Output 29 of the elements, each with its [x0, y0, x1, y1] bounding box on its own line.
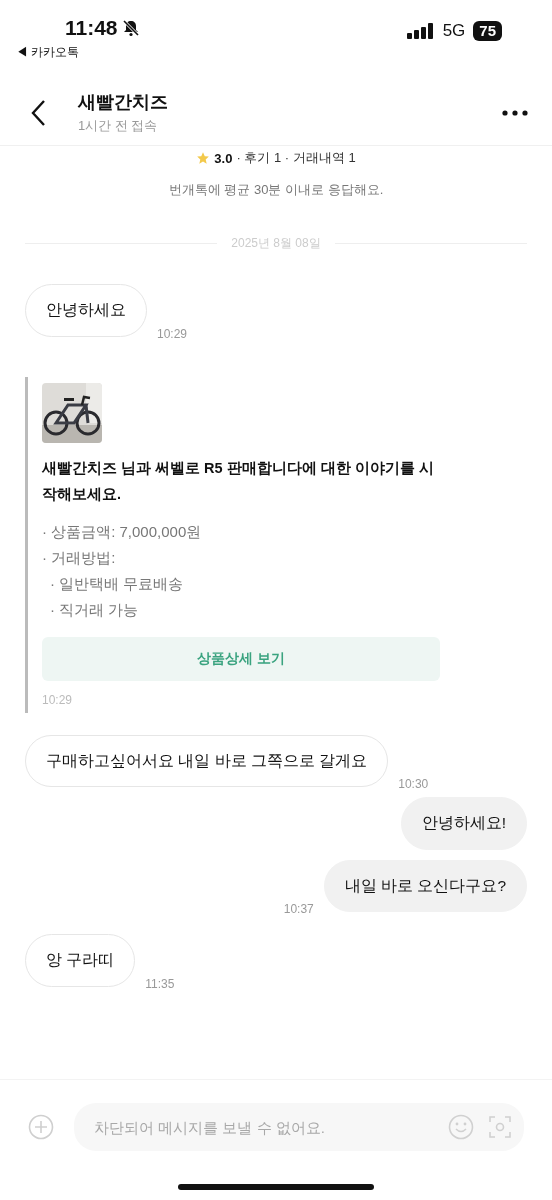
product-card-title: 새빨간치즈 님과 써벨로 R5 판매합니다에 대한 이야기를 시작해보세요. [42, 458, 435, 504]
seller-stats: · 후기 1 · 거래내역 1 [236, 149, 356, 167]
signal-icon [406, 23, 435, 39]
detail-item: · 거래방법: [42, 547, 117, 568]
detail-item: · 직거래 가능 [49, 599, 140, 620]
network-label: 5G [442, 21, 466, 41]
message-time: 11:35 [145, 976, 175, 991]
emoji-icon[interactable] [448, 1114, 474, 1140]
rating-value: 3.0 [214, 150, 233, 166]
detail-item: · 상품금액: 7,000,000원 [42, 521, 202, 542]
message-time: 10:29 [42, 692, 73, 707]
message-bubble: 안녕하세요! [400, 797, 527, 850]
scan-icon[interactable] [488, 1115, 512, 1139]
message-bubble: 내일 바로 오신다구요? [323, 859, 527, 913]
status-time: 11:48 [65, 16, 118, 40]
last-seen-label: 1시간 전 접속 [78, 117, 159, 135]
message-time: 10:37 [283, 902, 314, 917]
chat-title: 새빨간치즈 [78, 91, 169, 114]
more-icon[interactable] [502, 109, 528, 116]
detail-item: · 일반택배 무료배송 [49, 573, 185, 594]
add-icon[interactable] [28, 1114, 54, 1140]
message-time: 10:29 [157, 326, 188, 341]
back-icon[interactable] [30, 98, 46, 127]
back-to-app-link[interactable]: ◀ 카카오톡 [16, 44, 80, 61]
message-input[interactable]: 차단되어 메시지를 보낼 수 없어요. [74, 1103, 524, 1151]
battery-indicator: 75 [473, 21, 502, 41]
response-info: 번개톡에 평균 30분 이내로 응답해요. [167, 181, 385, 199]
star-icon [196, 151, 211, 165]
message-time: 10:30 [398, 777, 429, 792]
